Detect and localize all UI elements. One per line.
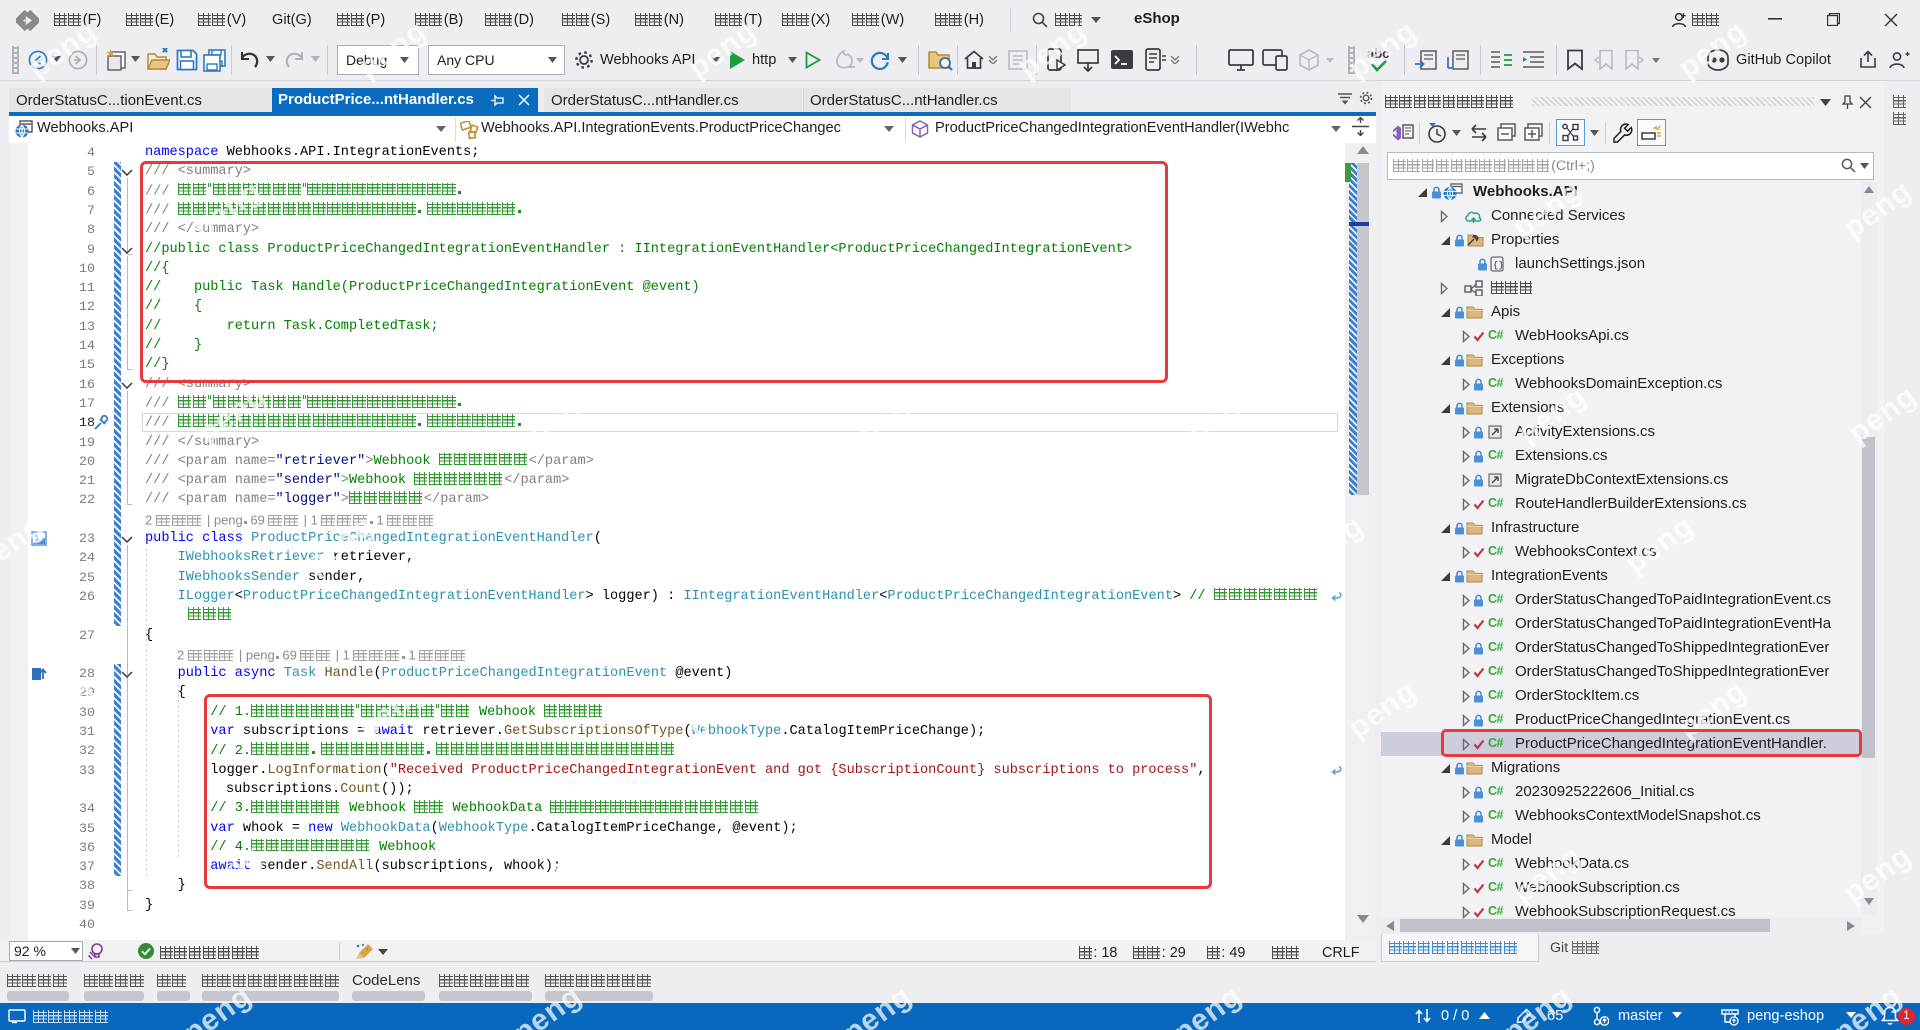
svg-text:abc: abc: [1367, 46, 1389, 61]
svg-text:{}: {}: [1493, 261, 1504, 271]
